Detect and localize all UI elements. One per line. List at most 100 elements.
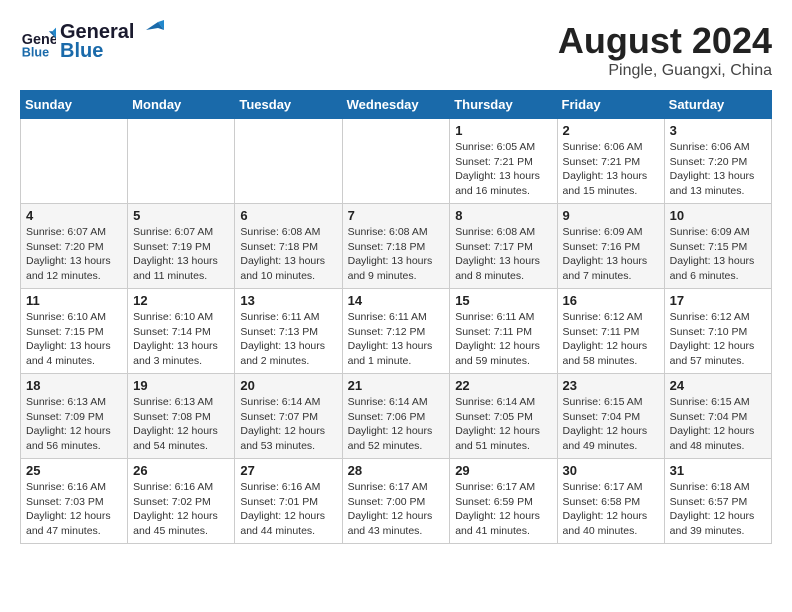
day-number: 5 xyxy=(133,208,229,223)
day-info: Sunrise: 6:14 AM Sunset: 7:07 PM Dayligh… xyxy=(240,395,336,454)
calendar-cell: 2 Sunrise: 6:06 AM Sunset: 7:21 PM Daylig… xyxy=(557,119,664,204)
calendar-cell: 26 Sunrise: 6:16 AM Sunset: 7:02 PM Dayli… xyxy=(128,459,235,544)
day-number: 6 xyxy=(240,208,336,223)
day-number: 30 xyxy=(563,463,659,478)
calendar-week-row: 25 Sunrise: 6:16 AM Sunset: 7:03 PM Dayli… xyxy=(21,459,772,544)
day-number: 18 xyxy=(26,378,122,393)
calendar-cell: 19Sunrise: 6:13 AM Sunset: 7:08 PM Dayli… xyxy=(128,374,235,459)
day-number: 12 xyxy=(133,293,229,308)
calendar-cell: 11 Sunrise: 6:10 AM Sunset: 7:15 PM Dayli… xyxy=(21,289,128,374)
day-number: 27 xyxy=(240,463,336,478)
day-info: Sunrise: 6:06 AM Sunset: 7:21 PM Dayligh… xyxy=(563,140,659,199)
day-info: Sunrise: 6:05 AM Sunset: 7:21 PM Dayligh… xyxy=(455,140,551,199)
page-header: General Blue General Blue August 2024 Pi… xyxy=(20,20,772,80)
calendar-cell: 15 Sunrise: 6:11 AM Sunset: 7:11 PM Dayli… xyxy=(450,289,557,374)
calendar-cell: 1 Sunrise: 6:05 AM Sunset: 7:21 PM Daylig… xyxy=(450,119,557,204)
calendar-cell: 27 Sunrise: 6:16 AM Sunset: 7:01 PM Dayli… xyxy=(235,459,342,544)
day-number: 21 xyxy=(348,378,445,393)
calendar-cell: 20Sunrise: 6:14 AM Sunset: 7:07 PM Dayli… xyxy=(235,374,342,459)
day-info: Sunrise: 6:16 AM Sunset: 7:03 PM Dayligh… xyxy=(26,480,122,539)
day-number: 1 xyxy=(455,123,551,138)
day-number: 17 xyxy=(670,293,766,308)
calendar-cell: 7Sunrise: 6:08 AM Sunset: 7:18 PM Daylig… xyxy=(342,204,450,289)
day-number: 8 xyxy=(455,208,551,223)
day-info: Sunrise: 6:08 AM Sunset: 7:17 PM Dayligh… xyxy=(455,225,551,284)
calendar-cell: 9 Sunrise: 6:09 AM Sunset: 7:16 PM Daylig… xyxy=(557,204,664,289)
calendar-week-row: 11 Sunrise: 6:10 AM Sunset: 7:15 PM Dayli… xyxy=(21,289,772,374)
day-info: Sunrise: 6:13 AM Sunset: 7:09 PM Dayligh… xyxy=(26,395,122,454)
day-number: 9 xyxy=(563,208,659,223)
calendar-cell xyxy=(342,119,450,204)
weekday-header-wednesday: Wednesday xyxy=(342,91,450,119)
calendar-cell: 30 Sunrise: 6:17 AM Sunset: 6:58 PM Dayli… xyxy=(557,459,664,544)
weekday-header-friday: Friday xyxy=(557,91,664,119)
day-info: Sunrise: 6:14 AM Sunset: 7:06 PM Dayligh… xyxy=(348,395,445,454)
day-info: Sunrise: 6:11 AM Sunset: 7:11 PM Dayligh… xyxy=(455,310,551,369)
day-info: Sunrise: 6:17 AM Sunset: 7:00 PM Dayligh… xyxy=(348,480,445,539)
calendar-cell: 4 Sunrise: 6:07 AM Sunset: 7:20 PM Daylig… xyxy=(21,204,128,289)
logo: General Blue General Blue xyxy=(20,20,164,63)
calendar-cell xyxy=(128,119,235,204)
day-info: Sunrise: 6:17 AM Sunset: 6:59 PM Dayligh… xyxy=(455,480,551,539)
calendar-cell: 29 Sunrise: 6:17 AM Sunset: 6:59 PM Dayli… xyxy=(450,459,557,544)
day-number: 16 xyxy=(563,293,659,308)
day-number: 19 xyxy=(133,378,229,393)
day-info: Sunrise: 6:07 AM Sunset: 7:20 PM Dayligh… xyxy=(26,225,122,284)
day-info: Sunrise: 6:15 AM Sunset: 7:04 PM Dayligh… xyxy=(563,395,659,454)
day-info: Sunrise: 6:08 AM Sunset: 7:18 PM Dayligh… xyxy=(348,225,445,284)
day-number: 29 xyxy=(455,463,551,478)
calendar-cell: 28 Sunrise: 6:17 AM Sunset: 7:00 PM Dayli… xyxy=(342,459,450,544)
logo-icon: General Blue xyxy=(20,24,56,60)
day-number: 25 xyxy=(26,463,122,478)
day-number: 26 xyxy=(133,463,229,478)
calendar-week-row: 18 Sunrise: 6:13 AM Sunset: 7:09 PM Dayli… xyxy=(21,374,772,459)
calendar-cell: 21 Sunrise: 6:14 AM Sunset: 7:06 PM Dayli… xyxy=(342,374,450,459)
calendar-week-row: 4 Sunrise: 6:07 AM Sunset: 7:20 PM Daylig… xyxy=(21,204,772,289)
calendar-cell: 14Sunrise: 6:11 AM Sunset: 7:12 PM Dayli… xyxy=(342,289,450,374)
day-info: Sunrise: 6:09 AM Sunset: 7:16 PM Dayligh… xyxy=(563,225,659,284)
calendar-cell: 23 Sunrise: 6:15 AM Sunset: 7:04 PM Dayli… xyxy=(557,374,664,459)
calendar-table: SundayMondayTuesdayWednesdayThursdayFrid… xyxy=(20,90,772,544)
calendar-cell: 10Sunrise: 6:09 AM Sunset: 7:15 PM Dayli… xyxy=(664,204,771,289)
day-info: Sunrise: 6:11 AM Sunset: 7:13 PM Dayligh… xyxy=(240,310,336,369)
day-info: Sunrise: 6:18 AM Sunset: 6:57 PM Dayligh… xyxy=(670,480,766,539)
calendar-cell: 24 Sunrise: 6:15 AM Sunset: 7:04 PM Dayli… xyxy=(664,374,771,459)
day-number: 28 xyxy=(348,463,445,478)
calendar-week-row: 1 Sunrise: 6:05 AM Sunset: 7:21 PM Daylig… xyxy=(21,119,772,204)
day-number: 14 xyxy=(348,293,445,308)
day-info: Sunrise: 6:15 AM Sunset: 7:04 PM Dayligh… xyxy=(670,395,766,454)
day-info: Sunrise: 6:16 AM Sunset: 7:01 PM Dayligh… xyxy=(240,480,336,539)
day-info: Sunrise: 6:09 AM Sunset: 7:15 PM Dayligh… xyxy=(670,225,766,284)
location-subtitle: Pingle, Guangxi, China xyxy=(558,62,772,80)
day-info: Sunrise: 6:12 AM Sunset: 7:10 PM Dayligh… xyxy=(670,310,766,369)
calendar-cell: 16 Sunrise: 6:12 AM Sunset: 7:11 PM Dayli… xyxy=(557,289,664,374)
day-info: Sunrise: 6:12 AM Sunset: 7:11 PM Dayligh… xyxy=(563,310,659,369)
day-number: 2 xyxy=(563,123,659,138)
day-number: 4 xyxy=(26,208,122,223)
weekday-header-monday: Monday xyxy=(128,91,235,119)
day-info: Sunrise: 6:10 AM Sunset: 7:15 PM Dayligh… xyxy=(26,310,122,369)
day-number: 24 xyxy=(670,378,766,393)
day-number: 23 xyxy=(563,378,659,393)
day-info: Sunrise: 6:17 AM Sunset: 6:58 PM Dayligh… xyxy=(563,480,659,539)
day-info: Sunrise: 6:06 AM Sunset: 7:20 PM Dayligh… xyxy=(670,140,766,199)
day-info: Sunrise: 6:16 AM Sunset: 7:02 PM Dayligh… xyxy=(133,480,229,539)
calendar-cell: 31 Sunrise: 6:18 AM Sunset: 6:57 PM Dayli… xyxy=(664,459,771,544)
calendar-cell xyxy=(21,119,128,204)
day-info: Sunrise: 6:08 AM Sunset: 7:18 PM Dayligh… xyxy=(240,225,336,284)
calendar-cell: 6 Sunrise: 6:08 AM Sunset: 7:18 PM Daylig… xyxy=(235,204,342,289)
calendar-cell: 17 Sunrise: 6:12 AM Sunset: 7:10 PM Dayli… xyxy=(664,289,771,374)
weekday-header-thursday: Thursday xyxy=(450,91,557,119)
day-number: 15 xyxy=(455,293,551,308)
weekday-header-saturday: Saturday xyxy=(664,91,771,119)
day-number: 11 xyxy=(26,293,122,308)
day-number: 22 xyxy=(455,378,551,393)
logo-bird-icon xyxy=(136,20,164,38)
calendar-cell: 25 Sunrise: 6:16 AM Sunset: 7:03 PM Dayli… xyxy=(21,459,128,544)
calendar-cell: 5Sunrise: 6:07 AM Sunset: 7:19 PM Daylig… xyxy=(128,204,235,289)
day-number: 31 xyxy=(670,463,766,478)
calendar-cell: 3Sunrise: 6:06 AM Sunset: 7:20 PM Daylig… xyxy=(664,119,771,204)
calendar-cell: 18 Sunrise: 6:13 AM Sunset: 7:09 PM Dayli… xyxy=(21,374,128,459)
calendar-cell: 12Sunrise: 6:10 AM Sunset: 7:14 PM Dayli… xyxy=(128,289,235,374)
weekday-header-tuesday: Tuesday xyxy=(235,91,342,119)
